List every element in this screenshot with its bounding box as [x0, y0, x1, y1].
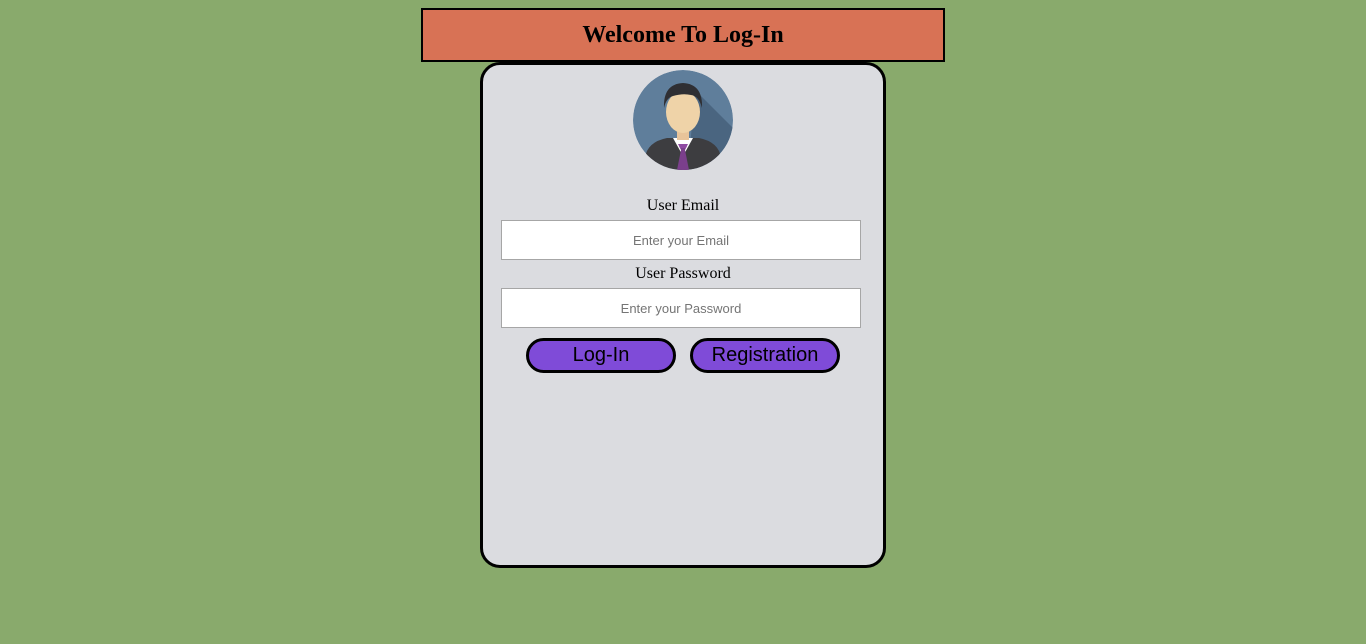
password-label: User Password: [635, 265, 731, 282]
user-avatar-icon: [633, 70, 733, 170]
login-button[interactable]: Log-In: [526, 338, 676, 373]
login-card: User Email User Password Log-In Registra…: [480, 62, 886, 568]
email-field[interactable]: [501, 220, 861, 260]
page-title: Welcome To Log-In: [582, 21, 784, 48]
registration-button[interactable]: Registration: [690, 338, 840, 373]
password-field[interactable]: [501, 288, 861, 328]
email-label: User Email: [646, 197, 720, 214]
page-header: Welcome To Log-In: [421, 8, 945, 62]
